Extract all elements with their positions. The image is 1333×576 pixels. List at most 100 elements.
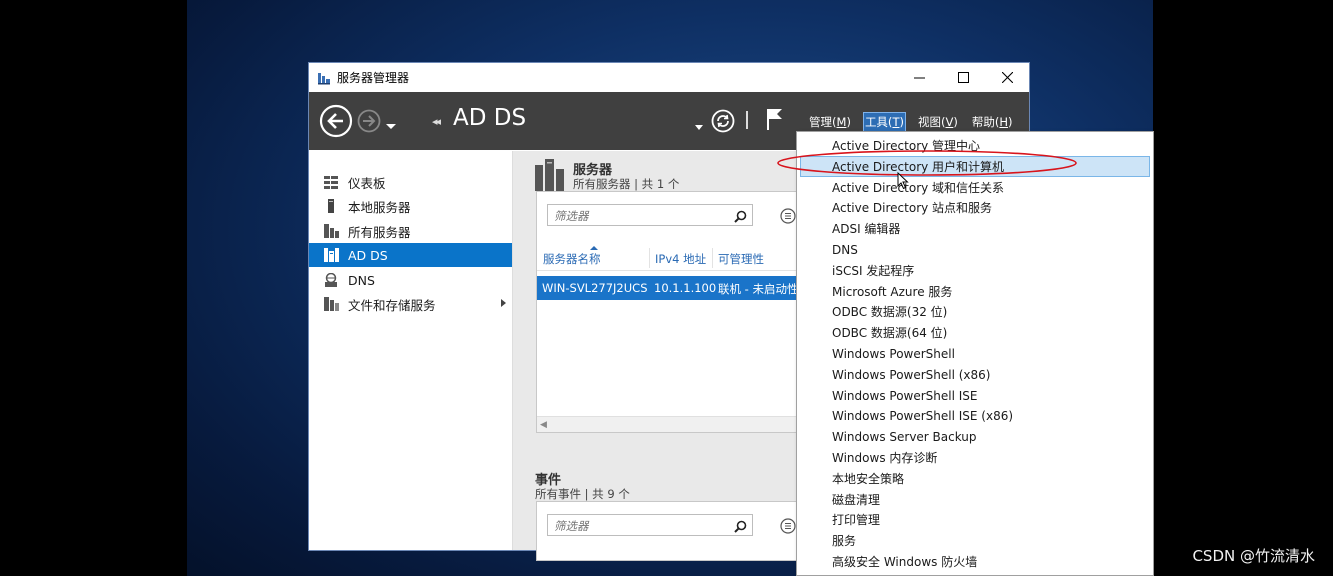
red-annotation-ellipse (777, 150, 1077, 176)
server-manager-app-icon (317, 71, 331, 85)
mouse-cursor-icon (897, 172, 909, 190)
sidebar-item-label: 本地服务器 (348, 199, 411, 215)
tools-menu-item[interactable]: Windows PowerShell ISE (832, 386, 978, 406)
flag-icon (767, 109, 782, 130)
sidebar-item-label: 所有服务器 (348, 224, 411, 240)
sidebar-item-dns[interactable]: DNS (309, 268, 512, 292)
back-button[interactable] (319, 104, 353, 138)
column-separator (649, 248, 650, 268)
close-button[interactable] (985, 63, 1029, 92)
horizontal-scrollbar[interactable]: ◀ (537, 416, 805, 432)
sidebar: 仪表板 本地服务器 所有服务器 AD DS DNS 文件和存储服务 (309, 151, 513, 550)
sort-ascending-icon (590, 246, 598, 250)
window-title: 服务器管理器 (337, 71, 410, 85)
menu-manage[interactable]: 管理(M) (808, 113, 852, 131)
column-header-manageability[interactable]: 可管理性 (718, 251, 764, 267)
maximize-button[interactable] (941, 63, 985, 92)
chevron-down-icon (386, 124, 396, 129)
column-separator (712, 248, 713, 268)
events-list-options-button[interactable] (780, 518, 796, 538)
all-servers-icon (323, 223, 339, 239)
ad-ds-icon (323, 247, 339, 263)
servers-table-header: 服务器名称 IPv4 地址 可管理性 (537, 246, 805, 271)
sidebar-item-label: 仪表板 (348, 175, 386, 191)
close-icon (1001, 72, 1013, 83)
watermark: CSDN @竹流清水 (1192, 547, 1315, 565)
cell-manageability: 联机 - 未启动性 (718, 282, 799, 296)
servers-filter (547, 204, 753, 226)
minimize-icon (913, 77, 925, 79)
tools-menu-item[interactable]: 高级安全 Windows 防火墙 (832, 552, 977, 572)
breadcrumb-arrows: ◂◂ (432, 115, 441, 128)
tools-menu-item[interactable]: Windows PowerShell (x86) (832, 365, 990, 385)
list-options-icon (780, 208, 796, 224)
tools-menu-item[interactable]: ODBC 数据源(32 位) (832, 302, 947, 322)
tools-menu-item[interactable]: DNS (832, 240, 858, 260)
tools-menu-item[interactable]: ODBC 数据源(64 位) (832, 323, 947, 343)
tools-menu-item[interactable]: Windows 内存诊断 (832, 448, 937, 468)
sidebar-item-ad-ds[interactable]: AD DS (309, 243, 512, 267)
menu-view[interactable]: 视图(V) (917, 113, 959, 131)
events-filter (547, 514, 753, 536)
sidebar-item-label: AD DS (348, 247, 388, 263)
chevron-down-icon (695, 125, 703, 130)
servers-section-subtitle: 所有服务器 | 共 1 个 (573, 177, 680, 191)
chevron-right-icon[interactable] (501, 299, 506, 307)
scroll-left-icon[interactable]: ◀ (540, 420, 547, 430)
dashboard-icon (323, 174, 339, 190)
tools-menu-item[interactable]: Windows PowerShell ISE (x86) (832, 406, 1013, 426)
events-section-subtitle: 所有事件 | 共 9 个 (535, 487, 630, 501)
events-filter-input[interactable] (552, 516, 726, 536)
column-header-ipv4[interactable]: IPv4 地址 (655, 251, 706, 267)
tools-menu-item[interactable]: Windows PowerShell (832, 344, 955, 364)
cell-server-name: WIN-SVL277J2UCS (542, 281, 648, 295)
tools-dropdown-menu: Active Directory 管理中心 Active Directory 用户… (796, 131, 1154, 576)
forward-button[interactable] (357, 109, 381, 133)
tools-menu-item[interactable]: 打印管理 (832, 510, 880, 530)
search-icon[interactable] (734, 518, 747, 537)
sidebar-item-file-storage[interactable]: 文件和存储服务 (309, 292, 512, 316)
local-server-icon (323, 198, 339, 214)
dns-icon (323, 272, 339, 288)
search-icon[interactable] (734, 208, 747, 227)
refresh-icon (711, 109, 735, 133)
breadcrumb-title: AD DS (453, 105, 527, 131)
cell-ipv4: 10.1.1.100 (654, 281, 717, 295)
events-panel (536, 501, 806, 561)
refresh-dropdown[interactable] (695, 116, 703, 135)
table-row[interactable]: WIN-SVL277J2UCS 10.1.1.100 联机 - 未启动性 (537, 276, 805, 300)
servers-filter-input[interactable] (552, 206, 726, 226)
tools-menu-item[interactable]: ADSI 编辑器 (832, 219, 900, 239)
list-options-button[interactable] (780, 208, 796, 228)
tools-menu-item[interactable]: 磁盘清理 (832, 490, 880, 510)
sidebar-item-label: 文件和存储服务 (348, 297, 436, 313)
tools-menu-item[interactable]: Microsoft Azure 服务 (832, 282, 952, 302)
tools-menu-item[interactable]: Windows Server Backup (832, 427, 977, 447)
toolbar-separator (746, 111, 748, 129)
tools-menu-item[interactable]: 服务 (832, 531, 856, 551)
tools-menu-item[interactable]: Active Directory 站点和服务 (832, 198, 992, 218)
sidebar-item-all-servers[interactable]: 所有服务器 (309, 219, 512, 243)
sidebar-item-dashboard[interactable]: 仪表板 (309, 170, 512, 194)
tools-menu-item[interactable]: iSCSI 发起程序 (832, 261, 914, 281)
minimize-button[interactable] (897, 63, 941, 92)
servers-panel: 服务器名称 IPv4 地址 可管理性 WIN-SVL277J2UCS 10.1.… (536, 191, 806, 433)
maximize-icon (957, 72, 969, 83)
servers-section-icon (535, 159, 565, 195)
file-storage-icon (323, 296, 339, 312)
history-dropdown[interactable] (386, 116, 396, 135)
tools-menu-item[interactable]: Active Directory 域和信任关系 (832, 178, 1004, 198)
tools-menu-item[interactable]: 本地安全策略 (832, 469, 904, 489)
refresh-button[interactable] (711, 109, 735, 133)
forward-arrow-icon (357, 109, 381, 133)
sidebar-item-label: DNS (348, 272, 375, 288)
back-arrow-icon (319, 104, 353, 138)
list-options-icon (780, 518, 796, 534)
sidebar-item-local-server[interactable]: 本地服务器 (309, 194, 512, 218)
menu-help[interactable]: 帮助(H) (971, 113, 1014, 131)
notifications-button[interactable] (766, 107, 784, 135)
column-header-server-name[interactable]: 服务器名称 (543, 251, 601, 267)
title-bar: 服务器管理器 (309, 63, 1029, 92)
menu-bar: 管理(M) 工具(T) 视图(V) 帮助(H) (808, 112, 1026, 132)
menu-tools[interactable]: 工具(T) (862, 112, 906, 132)
